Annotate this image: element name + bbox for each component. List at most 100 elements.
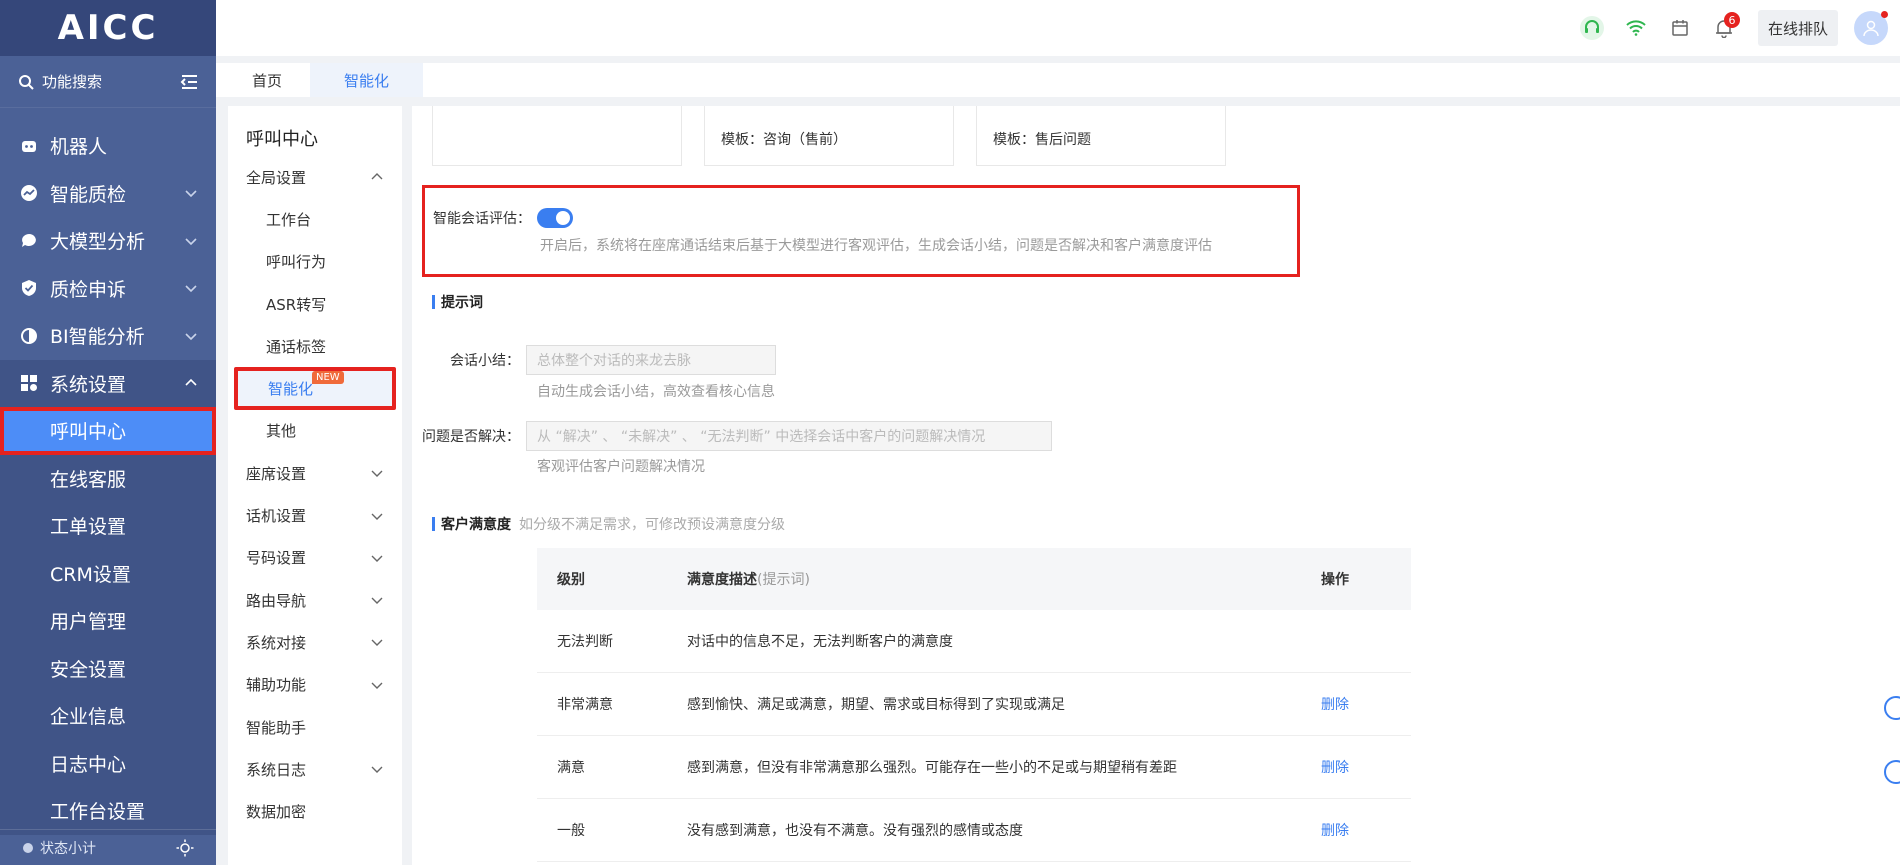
- column-header-hint: (提示词): [757, 572, 810, 588]
- sidebar-subitem-user-management[interactable]: 用户管理: [0, 597, 216, 645]
- sun-icon[interactable]: [176, 839, 194, 857]
- chevron-up-icon: [185, 379, 197, 386]
- template-card[interactable]: 模板：售后问题: [976, 106, 1226, 166]
- subnav-item-workbench[interactable]: 工作台: [228, 198, 402, 240]
- resolved-prompt-input[interactable]: 从 “解决” 、 “未解决” 、 “无法判断” 中选择会话中客户的问题解决情况: [526, 421, 1052, 451]
- chevron-down-icon: [185, 285, 197, 293]
- sidebar-subitem-online-service[interactable]: 在线客服: [0, 454, 216, 502]
- tab-intelligence[interactable]: 智能化: [310, 63, 424, 97]
- subnav-label: 数据加密: [246, 803, 307, 822]
- subnav-item-call-tags[interactable]: 通话标签: [228, 325, 402, 367]
- chat-icon: [18, 230, 40, 252]
- sidebar-subitem-security-settings[interactable]: 安全设置: [0, 644, 216, 692]
- chevron-up-icon: [371, 173, 383, 180]
- section-hint: 如分级不满足需求，可修改预设满意度分级: [519, 517, 785, 533]
- subnav-group-system-log[interactable]: 系统日志: [228, 748, 402, 790]
- sidebar-item-robot[interactable]: 机器人: [0, 122, 216, 170]
- avatar[interactable]: [1854, 11, 1888, 45]
- subnav-item-call-behavior[interactable]: 呼叫行为: [228, 241, 402, 283]
- notification-badge: 6: [1723, 12, 1740, 28]
- summary-prompt-input[interactable]: 总体整个对话的来龙去脉: [526, 345, 776, 375]
- subnav-label: 系统对接: [246, 633, 307, 652]
- robot-icon: [18, 135, 40, 157]
- delete-link[interactable]: 删除: [1311, 757, 1411, 777]
- sidebar-item-quality-inspection[interactable]: 智能质检: [0, 170, 216, 218]
- shield-check-icon: [18, 277, 40, 299]
- subnav-label: 话机设置: [246, 507, 307, 526]
- notifications-button[interactable]: 6: [1704, 8, 1744, 48]
- template-card[interactable]: 模板：咨询（售前）: [704, 106, 954, 166]
- sidebar-subitem-call-center[interactable]: 呼叫中心: [0, 407, 216, 455]
- resolved-field-row: 问题是否解决： 从 “解决” 、 “未解决” 、 “无法判断” 中选择会话中客户…: [422, 421, 1052, 451]
- sidebar-subitem-crm-settings[interactable]: CRM设置: [0, 549, 216, 597]
- table-row: 无法判断 对话中的信息不足，无法判断客户的满意度: [537, 610, 1411, 673]
- subnav-label: 号码设置: [246, 549, 307, 568]
- section-accent-bar: [432, 517, 435, 531]
- online-queue-button[interactable]: 在线排队: [1757, 10, 1838, 46]
- top-bar: 6 在线排队: [216, 0, 1900, 56]
- delete-link[interactable]: 删除: [1311, 694, 1411, 714]
- summary-field-row: 会话小结： 总体整个对话的来龙去脉: [422, 345, 776, 375]
- smart-evaluation-toggle[interactable]: [537, 208, 573, 228]
- headset-button[interactable]: [1572, 8, 1612, 48]
- subnav-group-number-settings[interactable]: 号码设置: [228, 537, 402, 579]
- chevron-down-icon: [371, 555, 383, 562]
- subnav-item-other[interactable]: 其他: [228, 410, 402, 452]
- sidebar-item-llm-analysis[interactable]: 大模型分析: [0, 217, 216, 265]
- sidebar-subitem-enterprise-info[interactable]: 企业信息: [0, 692, 216, 740]
- network-status[interactable]: [1616, 8, 1656, 48]
- row-description: 感到愉快、满足或满意，期望、需求或目标得到了实现或满足: [687, 697, 1065, 713]
- subnav-item-intelligence[interactable]: 智能化 NEW: [234, 367, 396, 410]
- row-level: 无法判断: [557, 634, 613, 650]
- sidebar-item-label: 智能质检: [50, 183, 127, 206]
- section-title: 提示词: [441, 295, 483, 311]
- resolved-hint: 客观评估客户问题解决情况: [537, 459, 705, 475]
- subnav-label: 座席设置: [246, 464, 307, 483]
- sidebar-item-label: BI智能分析: [50, 326, 145, 349]
- subnav-group-routing[interactable]: 路由导航: [228, 579, 402, 621]
- delete-link[interactable]: 删除: [1311, 820, 1411, 840]
- subnav-group-integration[interactable]: 系统对接: [228, 621, 402, 663]
- collapse-menu-icon[interactable]: [180, 74, 198, 90]
- column-header-label: 满意度描述: [687, 572, 757, 588]
- pie-icon: [18, 325, 40, 347]
- tab-bar: 首页 智能化: [216, 63, 1900, 97]
- grid-icon: [18, 372, 40, 394]
- sidebar-item-bi-analysis[interactable]: BI智能分析: [0, 312, 216, 360]
- sidebar-menu: 机器人 智能质检 大模型分析 质检申诉 BI智能分析 系统设置 呼叫中心 在线客…: [0, 108, 216, 835]
- subnav-group-seat-settings[interactable]: 座席设置: [228, 452, 402, 494]
- user-icon: [1863, 20, 1879, 37]
- chevron-down-icon: [371, 513, 383, 520]
- wifi-icon: [1626, 20, 1646, 36]
- subnav-label: 智能助手: [246, 718, 307, 737]
- tab-home[interactable]: 首页: [224, 63, 310, 97]
- subnav-group-auxiliary[interactable]: 辅助功能: [228, 664, 402, 706]
- calendar-button[interactable]: [1660, 8, 1700, 48]
- sidebar-item-label: 大模型分析: [50, 231, 146, 254]
- chevron-down-icon: [371, 639, 383, 647]
- subnav-item-assistant[interactable]: 智能助手: [228, 706, 402, 748]
- subnav-global-settings[interactable]: 全局设置: [228, 156, 402, 198]
- floating-help-icon[interactable]: [1884, 696, 1900, 720]
- subnav-item-asr[interactable]: ASR转写: [228, 283, 402, 325]
- summary-label: 会话小结：: [450, 353, 520, 369]
- row-description: 感到满意，但没有非常满意那么强烈。可能存在一些小的不足或与期望稍有差距: [687, 760, 1177, 776]
- smart-evaluation-label: 智能会话评估：: [433, 211, 531, 227]
- template-card[interactable]: [432, 106, 682, 166]
- subnav-group-phone-settings[interactable]: 话机设置: [228, 494, 402, 536]
- sidebar-item-system-settings[interactable]: 系统设置: [0, 359, 216, 407]
- table-header: 级别 满意度描述(提示词) 操作: [537, 548, 1411, 610]
- chevron-down-icon: [371, 470, 383, 478]
- table-row: 满意 感到满意，但没有非常满意那么强烈。可能存在一些小的不足或与期望稍有差距 删…: [537, 736, 1411, 799]
- column-header-action: 操作: [1321, 572, 1349, 588]
- sidebar-subitem-log-center[interactable]: 日志中心: [0, 739, 216, 787]
- sidebar-subitem-ticket-settings[interactable]: 工单设置: [0, 502, 216, 550]
- function-search[interactable]: 功能搜索: [0, 56, 216, 108]
- subnav-item-data-encryption[interactable]: 数据加密: [228, 790, 402, 832]
- subnav-label: 路由导航: [246, 591, 307, 610]
- sidebar-item-appeal[interactable]: 质检申诉: [0, 265, 216, 313]
- chevron-down-icon: [371, 766, 383, 774]
- floating-service-icon[interactable]: [1884, 760, 1900, 784]
- sidebar-item-label: 质检申诉: [50, 278, 127, 301]
- sidebar-subitem-workbench-settings[interactable]: 工作台设置: [0, 787, 216, 835]
